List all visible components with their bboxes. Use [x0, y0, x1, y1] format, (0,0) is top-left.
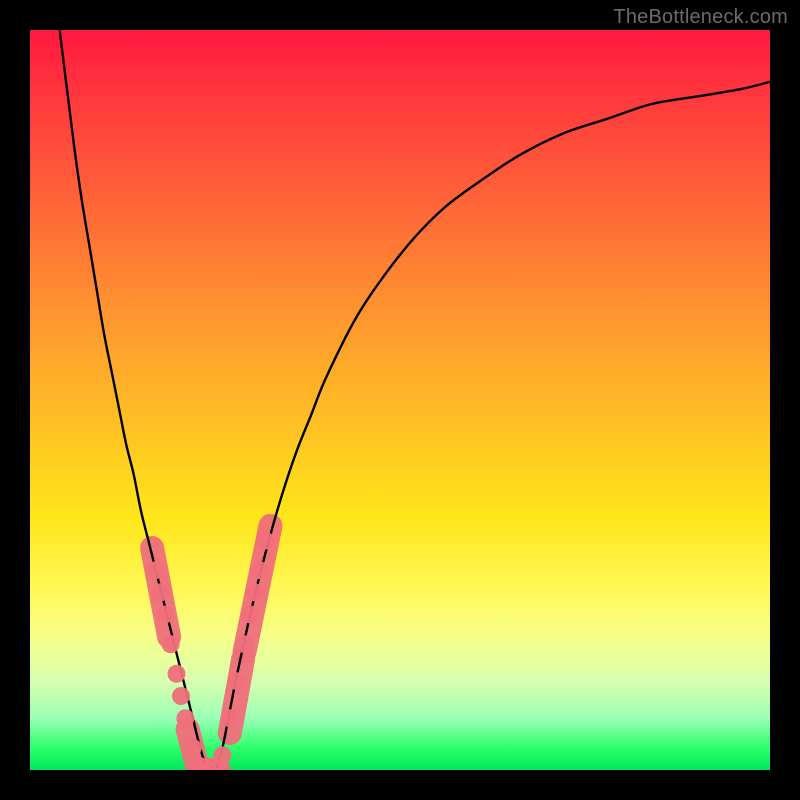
chart-frame: TheBottleneck.com — [0, 0, 800, 800]
bottleneck-curve — [60, 30, 770, 770]
chart-svg — [30, 30, 770, 770]
watermark-text: TheBottleneck.com — [613, 6, 788, 29]
chart-plot-area — [30, 30, 770, 770]
